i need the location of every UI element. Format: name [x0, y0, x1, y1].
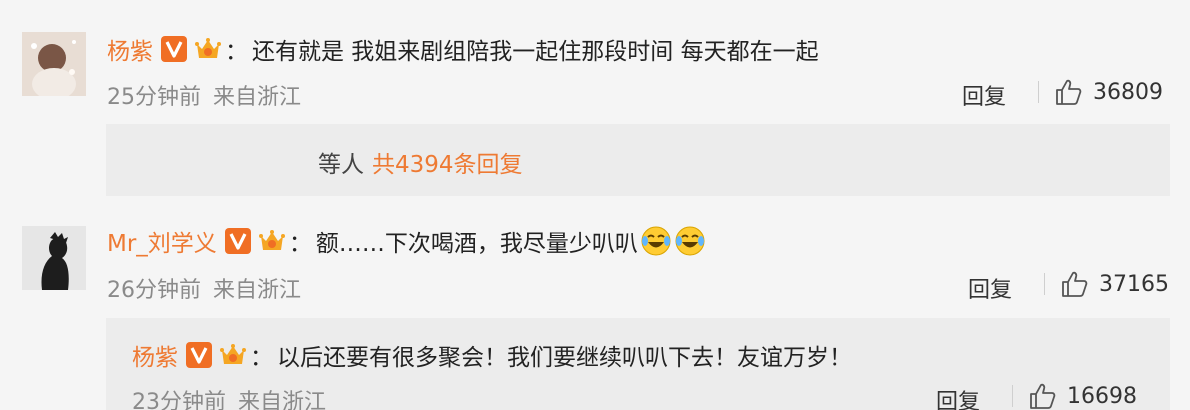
colon-separator: ： — [288, 231, 312, 257]
divider — [1044, 273, 1045, 295]
username-link[interactable]: Mr_刘学义 — [107, 224, 217, 258]
comment-time: 26分钟前 — [107, 278, 201, 303]
thumbs-up-icon — [1059, 269, 1089, 299]
like-count: 36809 — [1093, 79, 1163, 105]
comment-meta: 23分钟前 来自浙江 — [132, 384, 326, 410]
comment-source: 来自浙江 — [213, 278, 302, 303]
laugh-cry-emoji-icon — [640, 225, 672, 257]
reply-button[interactable]: 回复 — [962, 79, 1006, 111]
comment-feed: 杨紫 ： 还有就是 我姐来剧组陪我一起住那段时间 每天都在一起 25分钟前 来自浙… — [0, 0, 1190, 410]
more-replies-prefix: 等人 — [318, 152, 364, 178]
like-count: 16698 — [1067, 383, 1137, 409]
comment-time: 23分钟前 — [132, 390, 226, 410]
colon-separator: ： — [225, 39, 248, 65]
thumbs-up-icon — [1053, 77, 1083, 107]
reply-button[interactable]: 回复 — [936, 384, 980, 410]
comment-line: Mr_刘学义 ： 额……下次喝酒，我尽量少叭叭 — [107, 224, 706, 258]
avatar[interactable] — [22, 32, 86, 96]
like-count: 37165 — [1099, 271, 1169, 297]
comment-text: 额……下次喝酒，我尽量少叭叭 — [315, 231, 638, 257]
more-replies-panel[interactable]: 等人 共4394条回复 — [106, 124, 1170, 196]
like-button[interactable]: 37165 — [1044, 269, 1169, 299]
comment-meta: 26分钟前 来自浙江 — [107, 272, 301, 304]
reply-button[interactable]: 回复 — [968, 272, 1012, 304]
comment-text: 以后还要有很多聚会！我们要继续叭叭下去！友谊万岁！ — [277, 345, 852, 371]
comment-time: 25分钟前 — [107, 85, 201, 110]
verified-badge-icon — [161, 36, 187, 62]
comment-text: 还有就是 我姐来剧组陪我一起住那段时间 每天都在一起 — [252, 39, 819, 65]
thumbs-up-icon — [1027, 381, 1057, 410]
crown-icon — [257, 226, 287, 256]
verified-badge-icon — [224, 228, 251, 254]
comment-line: 杨紫 ： 以后还要有很多聚会！我们要继续叭叭下去！友谊万岁！ — [132, 338, 852, 372]
more-replies-link[interactable]: 等人 共4394条回复 — [318, 145, 523, 179]
avatar[interactable] — [22, 226, 86, 290]
divider — [1012, 385, 1013, 407]
verified-badge-icon — [186, 342, 212, 368]
comment-meta: 25分钟前 来自浙江 — [107, 79, 301, 111]
laugh-cry-emoji-icon — [674, 225, 706, 257]
username-link[interactable]: 杨紫 — [107, 32, 153, 66]
sub-reply-panel: 杨紫 ： 以后还要有很多聚会！我们要继续叭叭下去！友谊万岁！ 23分钟前 来自浙江… — [106, 318, 1170, 410]
username-link[interactable]: 杨紫 — [132, 338, 178, 372]
like-button[interactable]: 16698 — [1012, 381, 1137, 410]
divider — [1038, 81, 1039, 103]
more-replies-count[interactable]: 共4394条回复 — [372, 152, 523, 178]
like-button[interactable]: 36809 — [1038, 77, 1163, 107]
crown-icon — [218, 340, 248, 370]
comment-source: 来自浙江 — [238, 390, 327, 410]
crown-icon — [193, 34, 223, 64]
comment-line: 杨紫 ： 还有就是 我姐来剧组陪我一起住那段时间 每天都在一起 — [107, 32, 819, 66]
comment-source: 来自浙江 — [213, 85, 302, 110]
colon-separator: ： — [250, 345, 273, 371]
